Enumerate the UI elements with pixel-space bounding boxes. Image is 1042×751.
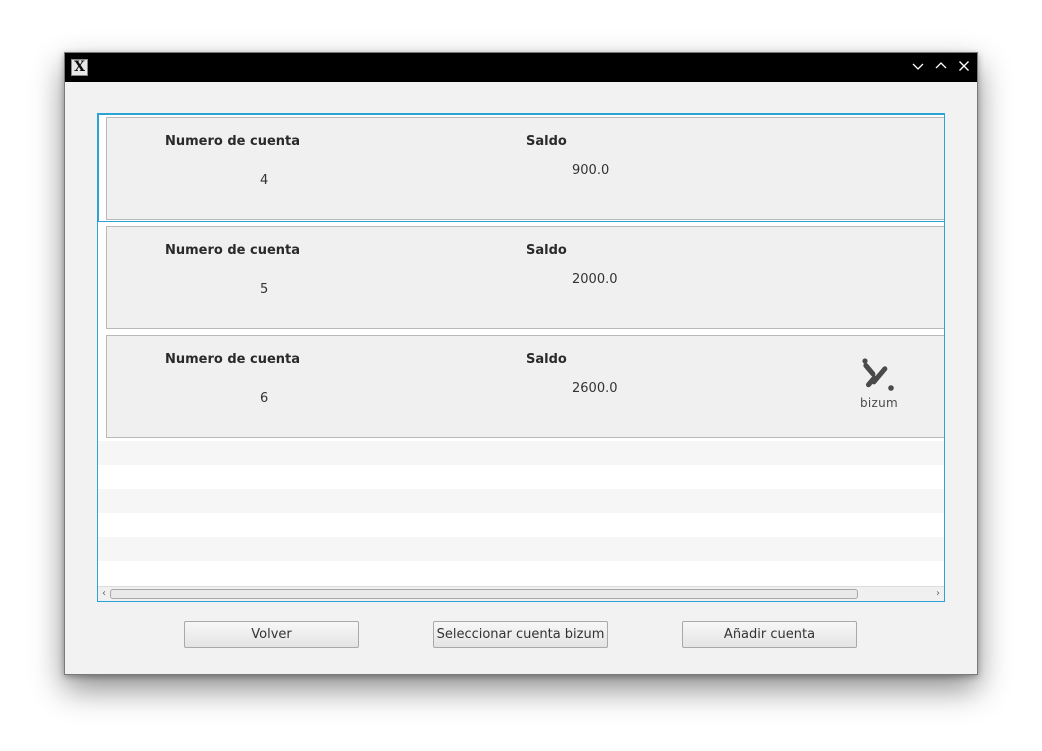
empty-row (98, 537, 944, 561)
bizum-icon (862, 358, 894, 391)
bizum-logo: bizum (857, 358, 901, 418)
balance-header: Saldo (526, 243, 567, 258)
empty-row (98, 489, 944, 513)
scroll-left-icon[interactable]: ‹ (98, 588, 110, 600)
account-card[interactable]: Numero de cuenta Saldo 5 2000.0 (106, 226, 944, 329)
window-controls (911, 59, 971, 76)
account-card[interactable]: Numero de cuenta Saldo 4 900.0 (106, 117, 944, 220)
bizum-label: bizum (859, 396, 899, 410)
scrollbar-thumb[interactable] (110, 589, 858, 599)
close-icon[interactable] (957, 59, 971, 73)
empty-row (98, 561, 944, 585)
back-button[interactable]: Volver (184, 621, 359, 648)
scroll-right-icon[interactable]: › (932, 588, 944, 600)
account-number-header: Numero de cuenta (165, 352, 301, 367)
empty-row (98, 465, 944, 489)
select-bizum-account-button[interactable]: Seleccionar cuenta bizum (433, 621, 608, 648)
minimize-icon[interactable] (911, 59, 925, 73)
maximize-icon[interactable] (934, 59, 948, 73)
app-x-icon: X (71, 59, 88, 76)
account-number-value: 5 (260, 282, 269, 297)
account-number-header: Numero de cuenta (165, 243, 301, 258)
title-bar[interactable]: X (65, 53, 977, 82)
account-number-value: 6 (260, 391, 269, 406)
account-number-header: Numero de cuenta (165, 134, 301, 149)
account-number-value: 4 (260, 173, 269, 188)
balance-value: 2000.0 (572, 272, 618, 287)
balance-value: 900.0 (572, 163, 610, 178)
balance-header: Saldo (526, 352, 567, 367)
balance-value: 2600.0 (572, 381, 618, 396)
accounts-list[interactable]: Numero de cuenta Saldo 4 900.0 Numero de… (97, 113, 945, 602)
app-window: X Numero de cuenta Saldo 4 900.0 Numero (64, 52, 978, 675)
add-account-button[interactable]: Añadir cuenta (682, 621, 857, 648)
accounts-list-viewport: Numero de cuenta Saldo 4 900.0 Numero de… (98, 114, 944, 586)
horizontal-scrollbar[interactable]: ‹ › (98, 586, 944, 601)
empty-row (98, 441, 944, 465)
account-card[interactable]: Numero de cuenta Saldo 6 2600.0 bizum (106, 335, 944, 438)
empty-row (98, 513, 944, 537)
balance-header: Saldo (526, 134, 567, 149)
